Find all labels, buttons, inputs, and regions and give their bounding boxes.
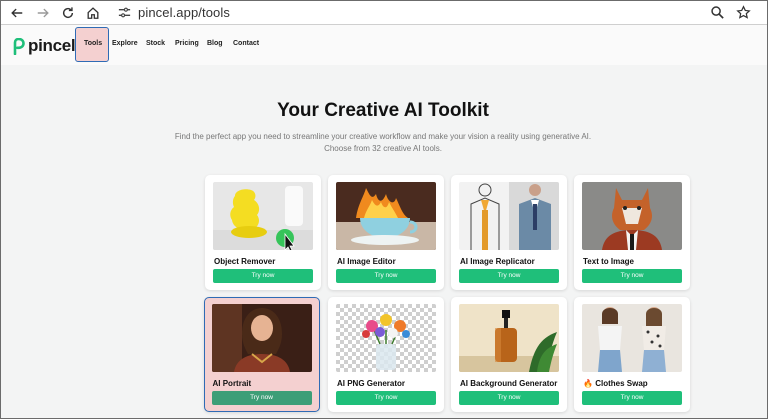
tool-card-ai-image-editor[interactable]: AI Image Editor Try now [328,175,444,290]
tool-card-ai-background-generator[interactable]: AI Background Generator Try now [451,297,567,412]
tool-card-clothes-swap[interactable]: 🔥 Clothes Swap Try now [574,297,690,412]
address-bar[interactable]: pincel.app/tools [112,2,762,23]
tool-title: AI Background Generator [460,379,558,388]
tool-title: AI Image Editor [337,257,396,266]
try-now-button[interactable]: Try now [582,391,682,405]
ai-png-generator-thumbnail [336,304,436,372]
back-button[interactable] [8,4,26,21]
clothes-swap-thumbnail [582,304,682,372]
ai-background-generator-thumbnail [459,304,559,372]
arrow-right-icon [37,8,49,17]
nav-blog[interactable]: Blog [207,40,223,47]
try-now-button[interactable]: Try now [213,269,313,283]
site-settings-icon[interactable] [117,5,132,20]
ai-image-replicator-thumbnail [459,182,559,250]
arrow-left-icon [11,8,23,17]
tool-card-ai-image-replicator[interactable]: AI Image Replicator Try now [451,175,567,290]
try-now-button[interactable]: Try now [336,391,436,405]
nav-stock[interactable]: Stock [146,40,165,47]
url-text[interactable]: pincel.app/tools [138,5,230,20]
home-button[interactable] [84,4,102,21]
try-now-button[interactable]: Try now [582,269,682,283]
object-remover-thumbnail [213,182,313,250]
zoom-icon[interactable] [710,5,725,20]
nav-explore[interactable]: Explore [112,40,138,47]
tool-title: Text to Image [583,257,634,266]
tool-card-ai-portrait[interactable]: AI Portrait Try now [204,297,320,412]
nav-pricing[interactable]: Pricing [175,40,199,47]
tool-title: Object Remover [214,257,276,266]
browser-toolbar: pincel.app/tools [1,1,767,24]
subtitle-line-2: Choose from 32 creative AI tools. [324,144,442,153]
subtitle-line-1: Find the perfect app you need to streaml… [174,132,592,141]
try-now-button[interactable]: Try now [211,390,312,405]
ai-image-editor-thumbnail [336,182,436,250]
tool-title-text: Clothes Swap [595,379,648,388]
tool-card-text-to-image[interactable]: Text to Image Try now [574,175,690,290]
nav-contact[interactable]: Contact [233,40,259,47]
bookmark-star-icon[interactable] [736,5,751,20]
ai-portrait-thumbnail [211,303,312,372]
tool-title: AI Portrait [212,378,252,388]
text-to-image-thumbnail [582,182,682,250]
nav-tools[interactable]: Tools [84,40,102,47]
tool-title: AI PNG Generator [337,379,406,388]
forward-button[interactable] [34,4,52,21]
logo-text: pincel [28,36,76,55]
fire-icon: 🔥 [583,379,593,388]
pincel-logo-icon [13,37,25,55]
tool-card-ai-png-generator[interactable]: AI PNG Generator Try now [328,297,444,412]
reload-button[interactable] [59,4,77,21]
page-title: Your Creative AI Toolkit [277,100,489,121]
tool-title: 🔥 Clothes Swap [583,379,648,388]
try-now-button[interactable]: Try now [459,269,559,283]
home-icon [87,6,99,19]
page-subtitle: Find the perfect app you need to streaml… [0,131,766,155]
try-now-button[interactable]: Try now [459,391,559,405]
reload-icon [62,6,74,18]
tool-card-object-remover[interactable]: Object Remover Try now [205,175,321,290]
tool-title: AI Image Replicator [460,257,535,266]
pincel-logo[interactable]: pincel [13,36,76,56]
try-now-button[interactable]: Try now [336,269,436,283]
